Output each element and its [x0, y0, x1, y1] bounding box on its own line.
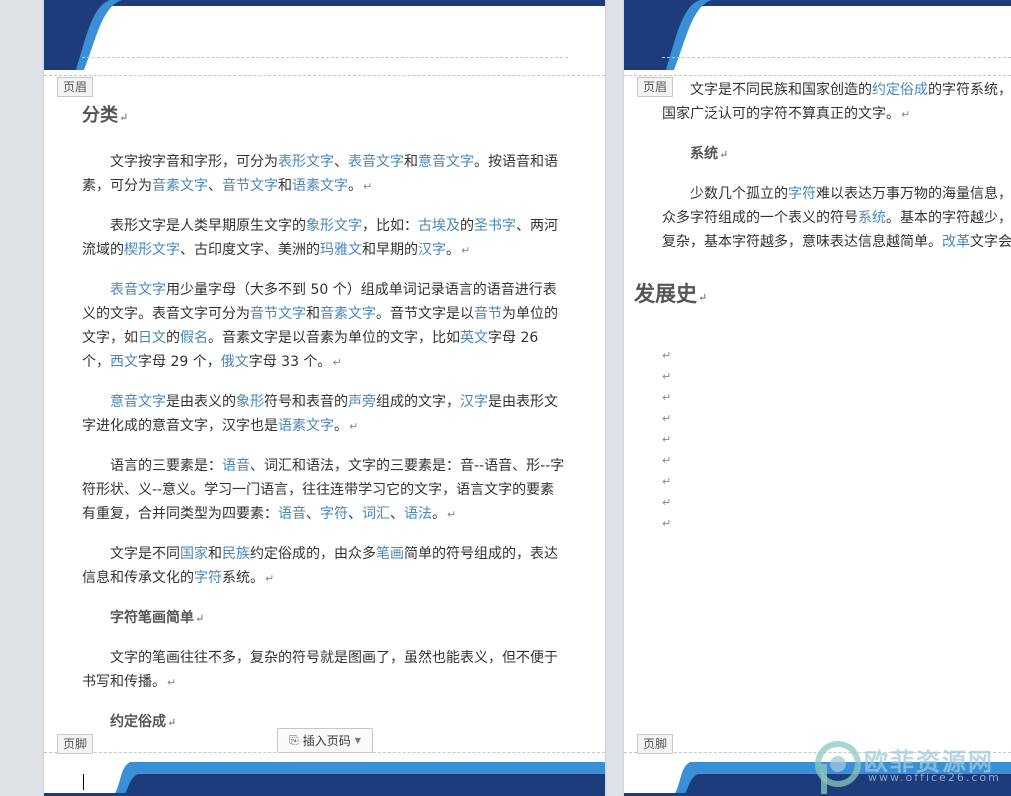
page-number-icon: ⎘: [289, 733, 299, 747]
link[interactable]: 语素文字: [278, 418, 334, 434]
link[interactable]: 音节文字: [222, 178, 278, 194]
paragraph: 众多字符组成的一个表义的符号系统。基本的字符越少，: [662, 210, 1011, 226]
subheading: 系统↵: [690, 146, 729, 162]
paragraph: 表音文字用少量字母（大多不到 50 个）组成单词记录语言的语音进行表义的文字。表…: [82, 282, 558, 370]
paragraph: 语言的三要素是：语音、词汇和语法，文字的三要素是：音--语音、形--字符形状、义…: [82, 458, 565, 522]
link[interactable]: 改革: [942, 234, 970, 250]
paragraph: 意音文字是由表义的象形符号和表音的声旁组成的文字，汉字是由表形文字进化成的意音文…: [82, 394, 558, 434]
link[interactable]: 字符: [194, 570, 222, 586]
header-boundary: [662, 57, 1011, 58]
dropdown-arrow-icon: ▼: [354, 736, 361, 745]
paragraph: 表形文字是人类早期原生文字的象形文字，比如：古埃及的圣书字、两河流域的楔形文字、…: [82, 218, 558, 258]
insert-page-number-button[interactable]: ⎘ 插入页码 ▼: [277, 728, 373, 753]
link[interactable]: 民族: [222, 546, 250, 562]
header-area-line: [44, 75, 605, 76]
link[interactable]: 音节: [474, 306, 502, 322]
subheading: 字符笔画简单↵: [110, 610, 205, 626]
link[interactable]: 声旁: [348, 394, 376, 410]
section-title: 分类↵: [82, 105, 129, 126]
link[interactable]: 词汇: [362, 506, 390, 522]
footer-decoration: [44, 762, 605, 796]
link[interactable]: 语素文字: [292, 178, 348, 194]
link[interactable]: 汉字: [418, 242, 446, 258]
link[interactable]: 楔形文字: [124, 242, 180, 258]
link[interactable]: 系统: [858, 210, 886, 226]
footer-label[interactable]: 页脚: [57, 734, 94, 754]
watermark-logo-icon: [815, 741, 861, 794]
link[interactable]: 笔画: [376, 546, 404, 562]
link[interactable]: 假名: [180, 330, 208, 346]
link[interactable]: 圣书字: [474, 218, 516, 234]
link[interactable]: 语音: [278, 506, 306, 522]
watermark: 欧菲资源网 www.office26.com: [812, 738, 1011, 796]
header-boundary: [82, 57, 568, 58]
header-label[interactable]: 页眉: [57, 77, 94, 97]
paragraph: 文字按字音和字形，可分为表形文字、表音文字和意音文字。按语音和语素，可分为音素文…: [82, 154, 558, 194]
paragraph: 少数几个孤立的字符难以表达万事万物的海量信息，: [690, 186, 1011, 202]
paragraph: 国家广泛认可的字符不算真正的文字。↵: [662, 106, 911, 122]
header-decoration: [624, 0, 1011, 70]
link[interactable]: 音素文字: [152, 178, 208, 194]
link[interactable]: 俄文: [221, 354, 249, 370]
page1-body[interactable]: 分类↵ 文字按字音和字形，可分为表形文字、表音文字和意音文字。按语音和语素，可分…: [82, 104, 568, 750]
header-decoration: [44, 0, 605, 70]
document-page-1[interactable]: 页眉 分类↵ 文字按字音和字形，可分为表形文字、表音文字和意音文字。按语音和语素…: [44, 0, 605, 796]
link[interactable]: 字符: [320, 506, 348, 522]
link[interactable]: 象形文字: [306, 218, 362, 234]
link[interactable]: 意音文字: [418, 154, 474, 170]
link[interactable]: 语音: [222, 458, 250, 474]
paragraph: 文字的笔画往往不多，复杂的符号就是图画了，虽然也能表义，但不便于书写和传播。↵: [82, 650, 558, 690]
link[interactable]: 音素文字: [320, 306, 376, 322]
link[interactable]: 意音文字: [110, 394, 166, 410]
link[interactable]: 汉字: [460, 394, 488, 410]
link[interactable]: 西文: [110, 354, 138, 370]
link[interactable]: 国家: [180, 546, 208, 562]
link[interactable]: 字符: [788, 186, 816, 202]
document-page-2[interactable]: 页眉 文字是不同民族和国家创造的约定俗成的字符系统， 国家广泛认可的字符不算真正…: [624, 0, 1011, 796]
link[interactable]: 约定俗成: [872, 82, 928, 98]
section-title: 发展史↵: [634, 281, 708, 306]
empty-paragraph-marks: ↵ ↵ ↵ ↵ ↵ ↵ ↵ ↵ ↵: [662, 349, 672, 530]
page2-body[interactable]: 文字是不同民族和国家创造的约定俗成的字符系统， 国家广泛认可的字符不算真正的文字…: [634, 78, 1011, 310]
link[interactable]: 表音文字: [348, 154, 404, 170]
footer-label[interactable]: 页脚: [637, 734, 674, 754]
text-cursor: [83, 774, 84, 790]
link[interactable]: 表形文字: [278, 154, 334, 170]
link[interactable]: 古埃及: [418, 218, 460, 234]
link[interactable]: 玛雅文: [320, 242, 362, 258]
link[interactable]: 音节文字: [250, 306, 306, 322]
link[interactable]: 象形: [236, 394, 264, 410]
link[interactable]: 英文: [460, 330, 488, 346]
link[interactable]: 日文: [138, 330, 166, 346]
paragraph: 复杂，基本字符越多，意味表达信息越简单。改革文字会: [662, 234, 1011, 250]
link[interactable]: 表音文字: [110, 282, 166, 298]
paragraph: 文字是不同国家和民族约定俗成的，由众多笔画简单的符号组成的，表达信息和传承文化的…: [82, 546, 558, 586]
link[interactable]: 语法: [404, 506, 432, 522]
paragraph: 文字是不同民族和国家创造的约定俗成的字符系统，: [690, 82, 1011, 98]
header-area-line: [624, 75, 1011, 76]
